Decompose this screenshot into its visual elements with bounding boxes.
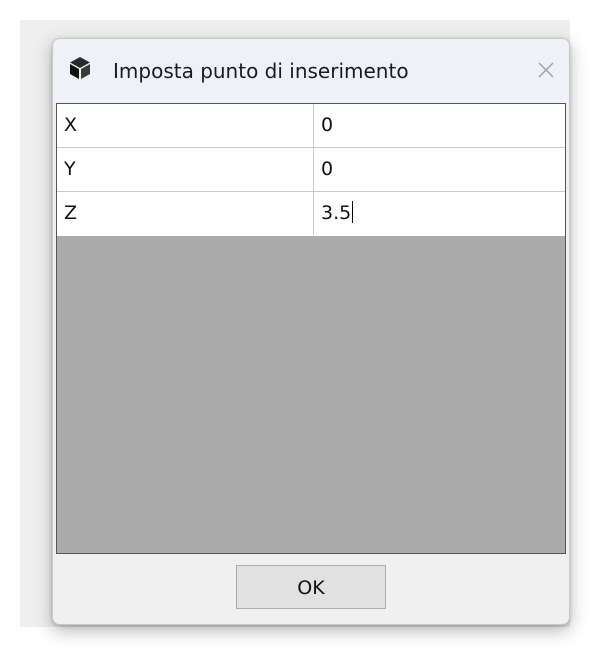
title-bar[interactable]: Imposta punto di inserimento [53, 39, 569, 103]
text-caret [352, 201, 354, 223]
dialog-footer: OK [53, 554, 569, 624]
grid-row-z[interactable]: Z 3.5 [57, 192, 565, 236]
grid-row-x[interactable]: X 0 [57, 104, 565, 148]
property-name: Y [57, 148, 314, 191]
property-value-input[interactable]: 0 [314, 104, 565, 147]
property-grid: X 0 Y 0 Z 3.5 [56, 103, 566, 554]
window-title: Imposta punto di inserimento [113, 59, 409, 83]
property-value-input[interactable]: 0 [314, 148, 565, 191]
property-value-input[interactable]: 3.5 [314, 192, 565, 235]
cube-icon [70, 57, 90, 79]
property-name: Z [57, 192, 314, 235]
insertion-point-dialog: Imposta punto di inserimento X 0 Y 0 Z 3… [52, 38, 570, 625]
close-icon[interactable] [533, 57, 559, 83]
grid-row-y[interactable]: Y 0 [57, 148, 565, 192]
ok-button[interactable]: OK [236, 565, 386, 609]
property-name: X [57, 104, 314, 147]
property-value-text: 3.5 [321, 202, 352, 224]
